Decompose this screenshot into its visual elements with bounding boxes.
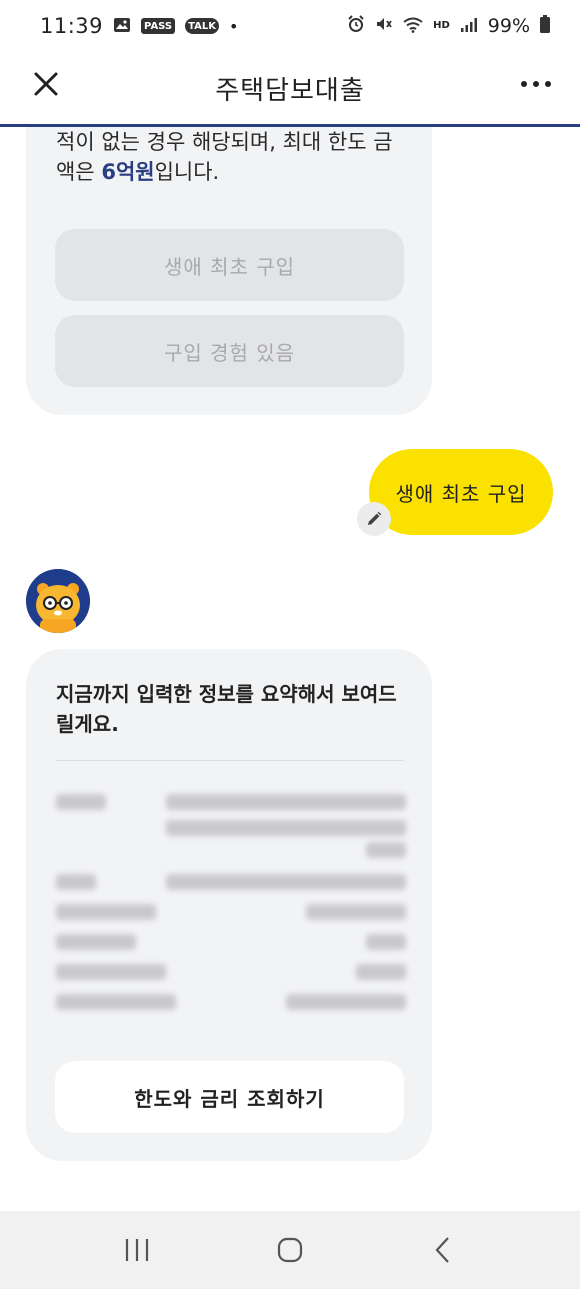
close-button[interactable]	[28, 66, 64, 102]
redacted-value	[306, 904, 406, 920]
mute-icon	[375, 14, 393, 38]
notification-dot: •	[229, 16, 239, 36]
status-left: 11:39 PASS TALK •	[40, 14, 238, 38]
hd-voice-icon: HD	[433, 21, 450, 31]
redacted-row	[56, 871, 406, 893]
redacted-row	[56, 991, 406, 1013]
hd-label: HD	[433, 20, 450, 31]
redacted-row	[56, 817, 406, 839]
redacted-label	[56, 794, 106, 810]
redacted-value	[286, 994, 406, 1010]
bot-avatar	[26, 569, 90, 633]
limit-amount: 6억원	[101, 160, 155, 184]
more-dot	[533, 81, 539, 87]
redacted-value	[366, 842, 406, 858]
recent-apps-icon	[125, 1239, 148, 1261]
wifi-icon	[403, 14, 423, 38]
choice-has-purchased-button[interactable]: 구입 경험 있음	[55, 315, 404, 387]
back-button[interactable]	[413, 1225, 473, 1275]
redacted-value	[166, 820, 406, 836]
question-card: 적이 없는 경우 해당되며, 최대 한도 금액은 6억원입니다. 생애 최초 구…	[26, 127, 432, 415]
edit-reply-button[interactable]	[357, 502, 391, 536]
summary-title: 지금까지 입력한 정보를 요약해서 보여드릴게요.	[56, 682, 397, 736]
back-icon	[435, 1237, 450, 1263]
status-bar: 11:39 PASS TALK • HD 99%	[0, 0, 580, 52]
user-reply-bubble: 생애 최초 구입	[369, 449, 553, 535]
redacted-label	[56, 934, 136, 950]
ryan-character-icon	[26, 569, 90, 633]
redacted-row	[56, 901, 406, 923]
question-text-suffix: 입니다.	[154, 160, 220, 184]
app-header: 주택담보대출	[0, 52, 580, 124]
battery-percent: 99%	[487, 15, 530, 37]
pass-icon: PASS	[141, 18, 176, 34]
redacted-label	[56, 964, 166, 980]
summary-card: 지금까지 입력한 정보를 요약해서 보여드릴게요. 한도와 금리 조회하기	[26, 649, 432, 1161]
home-icon	[277, 1237, 303, 1263]
redacted-row	[56, 791, 406, 813]
redacted-label	[56, 874, 96, 890]
redacted-value	[356, 964, 406, 980]
pencil-icon	[368, 511, 382, 525]
page-title: 주택담보대출	[215, 75, 365, 106]
system-nav-bar	[0, 1211, 580, 1289]
redacted-value	[166, 794, 406, 810]
redacted-row	[56, 961, 406, 983]
status-time: 11:39	[40, 14, 104, 38]
summary-divider	[56, 760, 404, 761]
recent-apps-button[interactable]	[107, 1225, 167, 1275]
check-limit-rate-button[interactable]: 한도와 금리 조회하기	[55, 1061, 404, 1133]
question-text: 적이 없는 경우 해당되며, 최대 한도 금액은 6억원입니다.	[56, 127, 406, 187]
chat-area[interactable]: 적이 없는 경우 해당되며, 최대 한도 금액은 6억원입니다. 생애 최초 구…	[0, 127, 580, 1211]
battery-icon	[540, 14, 550, 38]
close-icon	[34, 72, 58, 96]
more-dot	[545, 81, 551, 87]
alarm-icon	[347, 14, 365, 38]
kakaotalk-icon: TALK	[185, 18, 220, 34]
redacted-value	[166, 874, 406, 890]
redacted-value	[366, 934, 406, 950]
redacted-row	[56, 839, 406, 861]
gallery-icon	[113, 14, 131, 38]
redacted-label	[56, 994, 176, 1010]
more-options-button[interactable]	[516, 66, 556, 102]
home-button[interactable]	[260, 1225, 320, 1275]
redacted-row	[56, 931, 406, 953]
signal-icon	[460, 14, 478, 38]
status-right: HD 99%	[347, 14, 550, 38]
more-dot	[521, 81, 527, 87]
redacted-label	[56, 904, 156, 920]
choice-first-purchase-button[interactable]: 생애 최초 구입	[55, 229, 404, 301]
